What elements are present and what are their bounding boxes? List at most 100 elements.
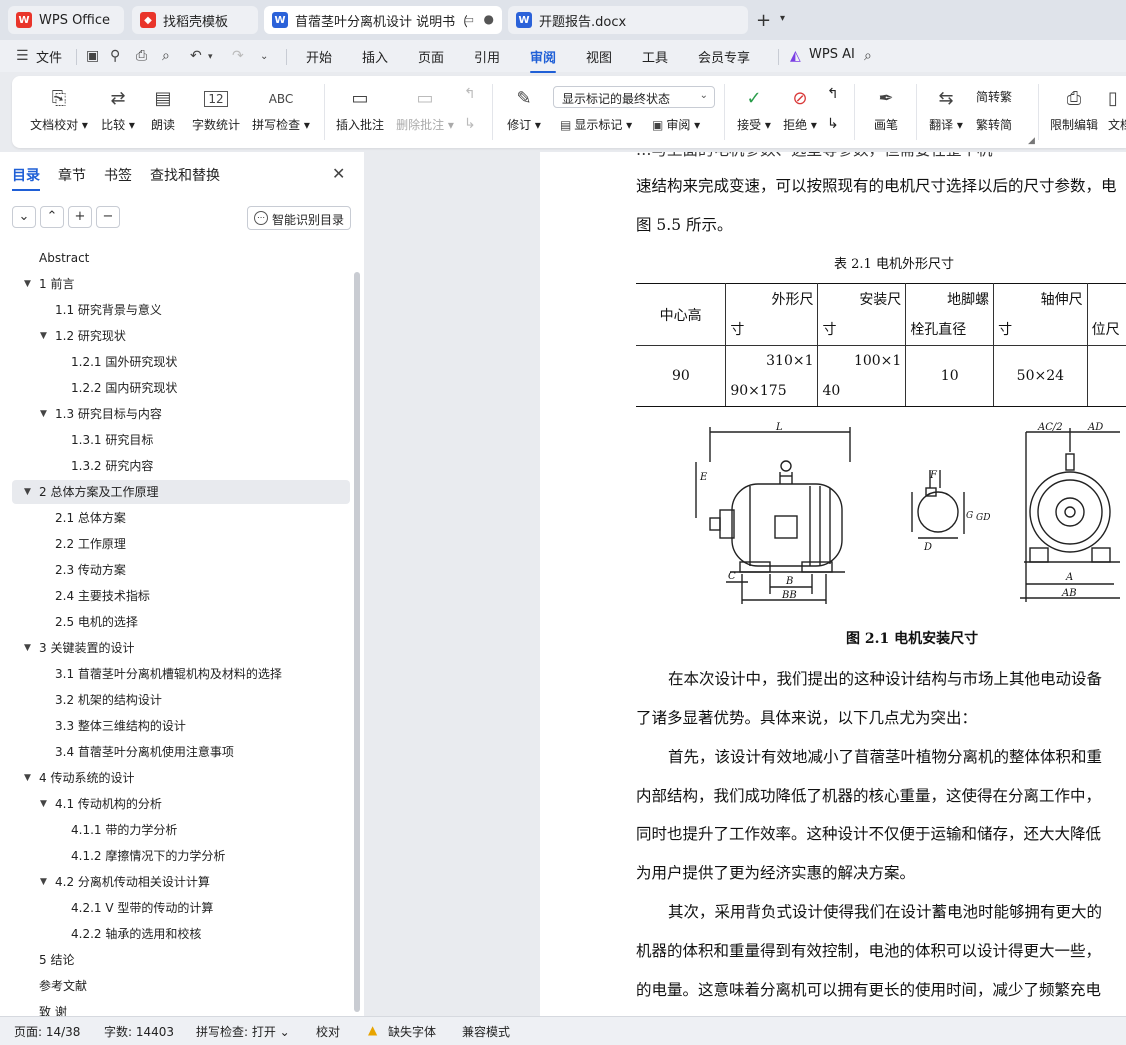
toc-item[interactable]: 1.2.2 国内研究现状	[12, 376, 350, 400]
spell-check-indicator[interactable]: 拼写检查: 打开 ⌄	[196, 1023, 290, 1040]
toc-item[interactable]: 3.2 机架的结构设计	[12, 688, 350, 712]
toc-item[interactable]: ▼ 1.3 研究目标与内容	[12, 402, 350, 426]
next-change-icon[interactable]: ↳	[827, 116, 839, 132]
toc-item[interactable]: 4.2.2 轴承的选用和校核	[12, 922, 350, 946]
collapse-all-icon[interactable]: ⌄	[12, 206, 36, 228]
word-count-button[interactable]: 12 字数统计	[188, 86, 244, 133]
new-tab-icon[interactable]: +	[756, 10, 771, 31]
review-pane-button[interactable]: ▣ 审阅 ▾	[652, 116, 700, 133]
save-icon[interactable]: ▣	[86, 48, 99, 64]
tab-wps-office[interactable]: W WPS Office	[8, 6, 124, 34]
toc-item[interactable]: 参考文献	[12, 974, 350, 998]
dialog-launcher-icon[interactable]: ◢	[1028, 136, 1035, 146]
tab-current-doc[interactable]: W 苜蓿茎叶分离机设计 说明书（ ▭ ●	[264, 6, 502, 34]
menu-references[interactable]: 引用	[474, 47, 500, 66]
toc-item[interactable]: 4.1.1 带的力学分析	[12, 818, 350, 842]
menu-page[interactable]: 页面	[418, 47, 444, 66]
toc-item[interactable]: 2.4 主要技术指标	[12, 584, 350, 608]
share-icon[interactable]: ⚲	[110, 48, 120, 64]
toc-item[interactable]: ▼ 1 前言	[12, 272, 350, 296]
doc-more-button[interactable]: ▯ 文档	[1108, 86, 1126, 133]
prev-change-icon[interactable]: ↰	[827, 86, 839, 102]
menu-insert[interactable]: 插入	[362, 47, 388, 66]
reject-button[interactable]: ⊘ 拒绝 ▾	[780, 86, 820, 133]
expand-triangle-icon[interactable]: ▼	[40, 792, 47, 816]
missing-font-indicator[interactable]: 缺失字体	[388, 1023, 436, 1040]
toc-item[interactable]: ▼ 4 传动系统的设计	[12, 766, 350, 790]
toc-item[interactable]: 2.5 电机的选择	[12, 610, 350, 634]
expand-triangle-icon[interactable]: ▼	[40, 324, 47, 348]
move-up-icon[interactable]: ⌃	[40, 206, 64, 228]
expand-triangle-icon[interactable]: ▼	[40, 402, 47, 426]
chevron-down-icon[interactable]: ▾	[208, 52, 213, 62]
toc-item[interactable]: 3.4 苜蓿茎叶分离机使用注意事项	[12, 740, 350, 764]
toc-item[interactable]: 1.3.1 研究目标	[12, 428, 350, 452]
expand-triangle-icon[interactable]: ▼	[24, 272, 31, 296]
spell-check-button[interactable]: ABC 拼写检查 ▾	[250, 86, 312, 133]
tab-sections[interactable]: 章节	[58, 165, 86, 185]
menu-file[interactable]: 文件	[36, 47, 62, 66]
translate-button[interactable]: ⇆ 翻译 ▾	[926, 86, 966, 133]
toc-item[interactable]: 4.2.1 V 型带的传动的计算	[12, 896, 350, 920]
toc-item[interactable]: 1.3.2 研究内容	[12, 454, 350, 478]
insert-comment-button[interactable]: ▭ 插入批注	[334, 86, 386, 133]
toc-item[interactable]: 2.3 传动方案	[12, 558, 350, 582]
toc-item[interactable]: ▼ 4.2 分离机传动相关设计计算	[12, 870, 350, 894]
toc-item[interactable]: 1.2.1 国外研究现状	[12, 350, 350, 374]
toc-item[interactable]: 2.1 总体方案	[12, 506, 350, 530]
expand-triangle-icon[interactable]: ▼	[24, 766, 31, 790]
draw-button[interactable]: ✒ 画笔	[868, 86, 904, 133]
menu-review[interactable]: 审阅	[530, 47, 557, 73]
redo-icon[interactable]: ↷	[232, 48, 244, 64]
toc-item[interactable]: 3.3 整体三维结构的设计	[12, 714, 350, 738]
hamburger-icon[interactable]: ☰	[16, 48, 29, 64]
prev-comment-icon[interactable]: ↰	[464, 86, 476, 102]
word-count-indicator[interactable]: 字数: 14403	[104, 1023, 174, 1040]
delete-comment-button[interactable]: ▭ 删除批注 ▾	[394, 86, 456, 133]
toc-item[interactable]: 1.1 研究背景与意义	[12, 298, 350, 322]
tab-find-replace[interactable]: 查找和替换	[150, 165, 220, 185]
to-simplified-button[interactable]: 繁转简	[976, 116, 1012, 133]
menu-member[interactable]: 会员专享	[698, 47, 750, 66]
show-markup-button[interactable]: ▤ 显示标记 ▾	[560, 116, 632, 133]
to-traditional-button[interactable]: 简转繁	[976, 88, 1012, 105]
accept-button[interactable]: ✓ 接受 ▾	[734, 86, 774, 133]
toc-item[interactable]: ▼ 3 关键装置的设计	[12, 636, 350, 660]
page-indicator[interactable]: 页面: 14/38	[14, 1023, 80, 1040]
toc-item[interactable]: Abstract	[12, 246, 350, 270]
unsaved-dot-icon[interactable]: ●	[484, 12, 494, 26]
menu-view[interactable]: 视图	[586, 47, 612, 66]
remove-heading-icon[interactable]: −	[96, 206, 120, 228]
expand-triangle-icon[interactable]: ▼	[40, 870, 47, 894]
track-changes-button[interactable]: ✎ 修订 ▾	[504, 86, 544, 133]
menu-wps-ai[interactable]: WPS AI	[809, 47, 855, 62]
menu-home[interactable]: 开始	[306, 47, 332, 66]
tab-proposal-doc[interactable]: W 开题报告.docx	[508, 6, 748, 34]
document-page[interactable]: …与上面的电机参数、选型等参数，但需要在整个机 速结构来完成变速，可以按照现有的…	[540, 152, 1126, 1016]
toc-item[interactable]: ▼ 4.1 传动机构的分析	[12, 792, 350, 816]
chevron-down-icon[interactable]: ⌄	[260, 51, 268, 62]
add-heading-icon[interactable]: +	[68, 206, 92, 228]
tab-docer[interactable]: ◆ 找稻壳模板	[132, 6, 258, 34]
toc-item[interactable]: 2.2 工作原理	[12, 532, 350, 556]
tab-bookmarks[interactable]: 书签	[104, 165, 132, 185]
close-icon[interactable]: ✕	[332, 164, 345, 183]
toc-item[interactable]: ▼ 1.2 研究现状	[12, 324, 350, 348]
expand-triangle-icon[interactable]: ▼	[24, 480, 31, 504]
toc-scrollbar[interactable]	[354, 272, 360, 1012]
compare-button[interactable]: ⇄ 比较 ▾	[96, 86, 140, 133]
proofread-indicator[interactable]: 校对	[316, 1023, 340, 1040]
smart-toc-button[interactable]: ⋯ 智能识别目录	[247, 206, 351, 230]
toc-item[interactable]: 5 结论	[12, 948, 350, 972]
toc-item[interactable]: 3.1 苜蓿茎叶分离机槽辊机构及材料的选择	[12, 662, 350, 686]
undo-icon[interactable]: ↶	[190, 48, 202, 64]
doc-check-button[interactable]: ⎘ 文档校对 ▾	[26, 86, 92, 133]
expand-triangle-icon[interactable]: ▼	[24, 636, 31, 660]
chevron-down-icon[interactable]: ▾	[780, 13, 785, 24]
tab-toc[interactable]: 目录	[12, 165, 40, 191]
markup-state-select[interactable]: 显示标记的最终状态 ⌄	[553, 86, 715, 108]
search-icon[interactable]: ⌕	[864, 48, 872, 64]
toc-item[interactable]: 4.1.2 摩擦情况下的力学分析	[12, 844, 350, 868]
restrict-edit-button[interactable]: ⎙ 限制编辑	[1048, 86, 1100, 133]
menu-tools[interactable]: 工具	[642, 47, 668, 66]
